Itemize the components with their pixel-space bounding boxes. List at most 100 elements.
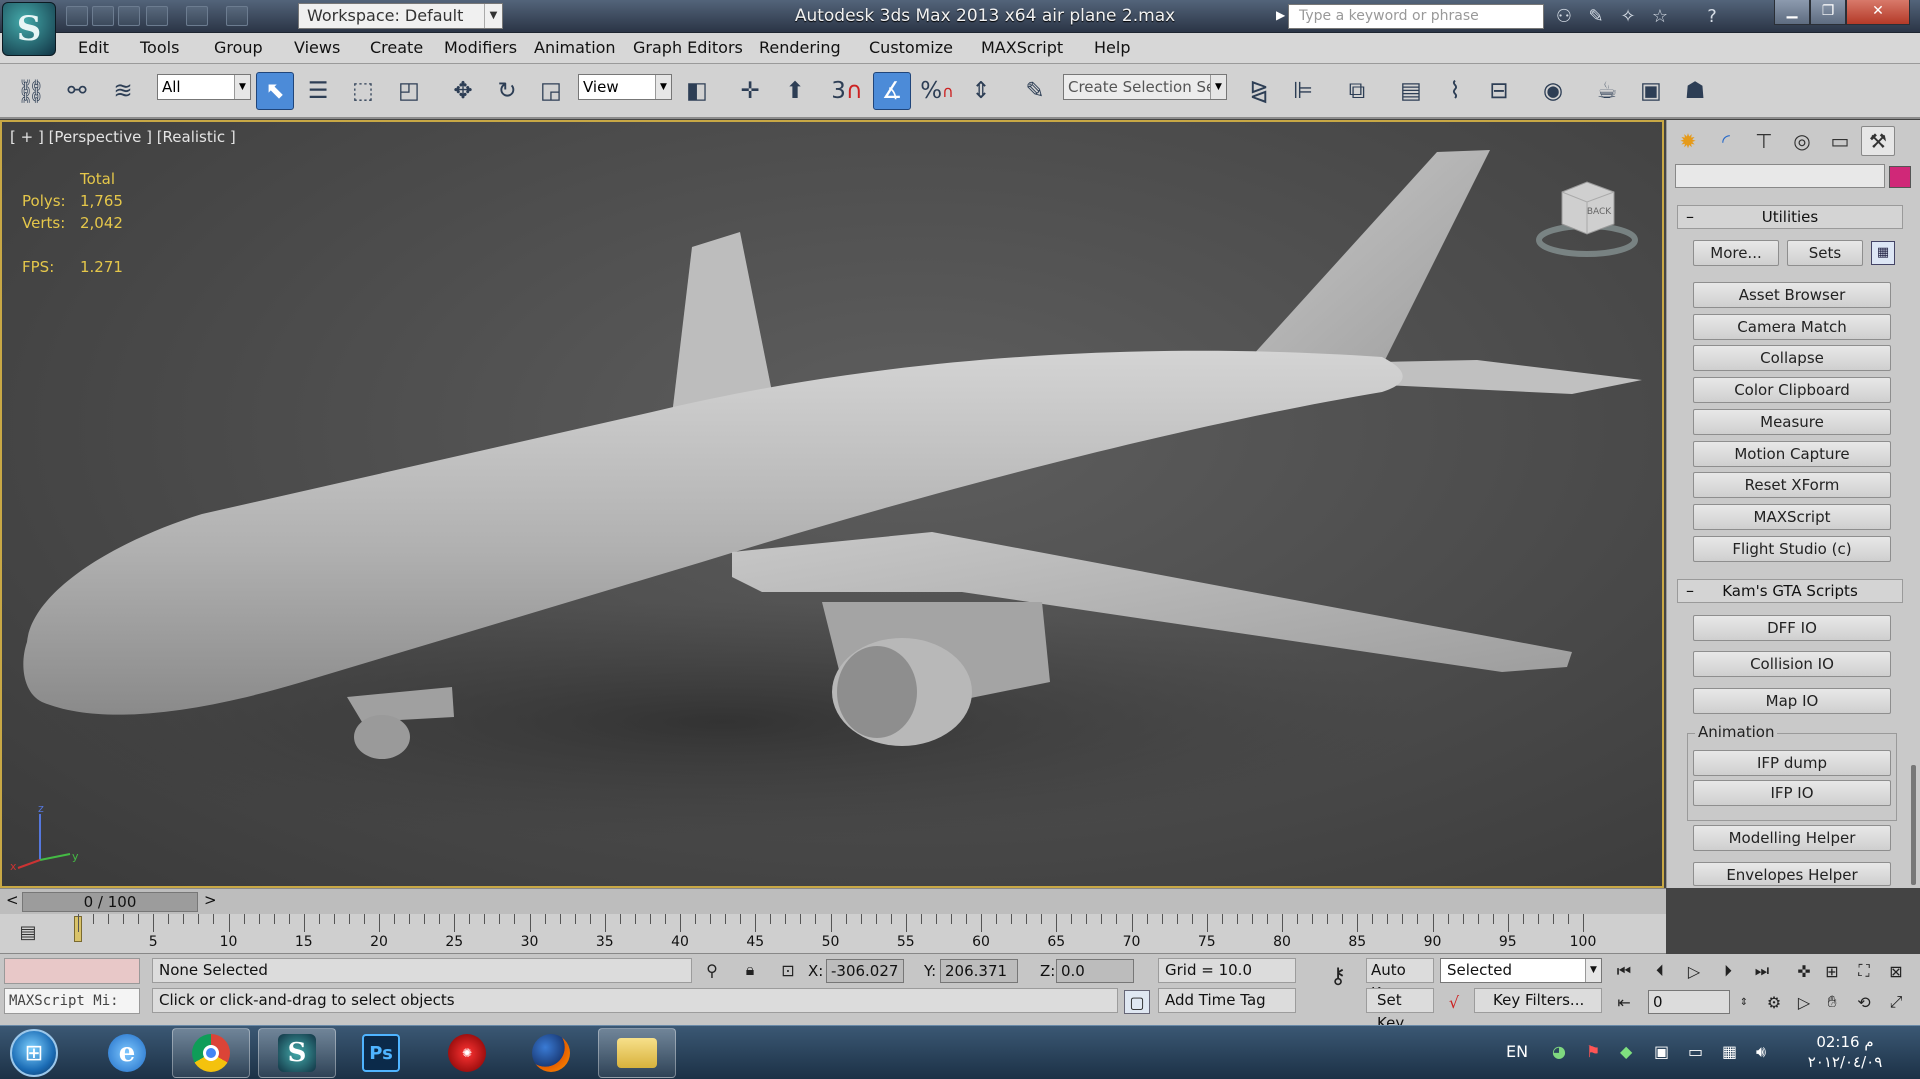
field-of-view-icon[interactable]: ▷ xyxy=(1792,990,1816,1014)
key-mode-icon[interactable]: ⚷ xyxy=(1318,964,1358,989)
motion-tab-icon[interactable]: ◎ xyxy=(1785,126,1819,156)
utility-reset-xform-button[interactable]: Reset XForm xyxy=(1693,472,1891,498)
utility-measure-button[interactable]: Measure xyxy=(1693,409,1891,435)
render-setup-icon[interactable]: ☕ xyxy=(1588,72,1626,110)
envelopes-helper-button[interactable]: Envelopes Helper xyxy=(1693,862,1891,886)
menu-rendering[interactable]: Rendering xyxy=(759,38,841,57)
open-file-icon[interactable] xyxy=(92,6,114,26)
save-file-icon[interactable] xyxy=(118,6,140,26)
maximize-button[interactable]: ❐ xyxy=(1810,0,1846,25)
viewcube-icon[interactable]: BACK xyxy=(1532,162,1642,272)
zoom-extents-icon[interactable]: ⛶ xyxy=(1852,959,1876,983)
hierarchy-tab-icon[interactable]: ⊤ xyxy=(1747,126,1781,156)
render-production-icon[interactable]: ☗ xyxy=(1676,72,1714,110)
select-manipulate-icon[interactable]: ✛ xyxy=(731,72,769,110)
language-indicator[interactable]: EN xyxy=(1506,1042,1528,1061)
time-slider-next-button[interactable]: > xyxy=(204,891,217,909)
graphite-ribbon-icon[interactable]: ▤ xyxy=(1392,72,1430,110)
gta-scripts-rollout-header[interactable]: – Kam's GTA Scripts xyxy=(1677,579,1903,603)
perspective-viewport[interactable]: [ + ] [Perspective ] [Realistic ] Total … xyxy=(0,120,1664,888)
schematic-view-icon[interactable]: ⊟ xyxy=(1480,72,1518,110)
align-icon[interactable]: ⊫ xyxy=(1284,72,1322,110)
ifp-io-button[interactable]: IFP IO xyxy=(1693,780,1891,806)
current-frame-field[interactable]: 0 xyxy=(1648,990,1730,1014)
monitor-icon[interactable]: ▭ xyxy=(1688,1042,1703,1061)
add-time-tag-button[interactable]: Add Time Tag xyxy=(1158,988,1296,1013)
sets-button[interactable]: Sets xyxy=(1787,240,1863,266)
track-bar[interactable]: ▤ 5 10 15 20 25 30 35 40 45 50 55 60 65 70 75 80 85 90 95 1… xyxy=(0,914,1666,954)
bind-space-warp-icon[interactable]: ≋ xyxy=(104,72,142,110)
configure-sets-icon[interactable]: ▦ xyxy=(1871,241,1895,265)
redo-icon[interactable] xyxy=(186,6,208,26)
binoculars-icon[interactable]: ⚇ xyxy=(1552,5,1576,29)
unlink-icon[interactable]: ⚯ xyxy=(58,72,96,110)
display-tab-icon[interactable]: ▭ xyxy=(1823,126,1857,156)
red-app-taskbar-button[interactable]: ✺ xyxy=(428,1028,506,1078)
x-coordinate-field[interactable]: -306.027 xyxy=(826,959,904,983)
photoshop-taskbar-button[interactable]: Ps xyxy=(342,1028,420,1078)
modelling-helper-button[interactable]: Modelling Helper xyxy=(1693,825,1891,851)
rendered-frame-window-icon[interactable]: ▣ xyxy=(1632,72,1670,110)
time-slider-thumb[interactable]: 0 / 100 xyxy=(22,892,198,912)
keyboard-shortcut-override-icon[interactable]: ⬆ xyxy=(776,72,814,110)
menu-edit[interactable]: Edit xyxy=(78,38,109,57)
zoom-extents-all-icon[interactable]: ⊠ xyxy=(1884,959,1908,983)
key-set-dropdown[interactable]: Selected ▼ xyxy=(1440,958,1602,983)
edit-named-selection-icon[interactable]: ✎ xyxy=(1016,72,1054,110)
object-name-field[interactable] xyxy=(1675,164,1885,188)
command-panel-scrollbar[interactable] xyxy=(1911,765,1916,885)
file-explorer-taskbar-button[interactable] xyxy=(598,1028,676,1078)
zoom-all-icon[interactable]: ⊞ xyxy=(1820,959,1844,983)
app-logo-icon[interactable]: S xyxy=(2,2,56,56)
time-configuration-icon[interactable]: ⚙ xyxy=(1762,990,1786,1014)
maxscript-mini-listener[interactable]: MAXScript Mi: xyxy=(4,988,140,1014)
utility-motion-capture-button[interactable]: Motion Capture xyxy=(1693,441,1891,467)
map-io-button[interactable]: Map IO xyxy=(1693,688,1891,714)
new-file-icon[interactable] xyxy=(66,6,88,26)
search-expand-icon[interactable]: ▶ xyxy=(1276,8,1285,22)
action-center-flag-icon[interactable]: ⚑ xyxy=(1586,1042,1600,1061)
menu-maxscript[interactable]: MAXScript xyxy=(981,38,1063,57)
firefox-taskbar-button[interactable] xyxy=(512,1028,590,1078)
default-tangent-icon[interactable]: √ xyxy=(1442,990,1466,1014)
select-by-name-icon[interactable]: ☰ xyxy=(299,72,337,110)
maximize-viewport-icon[interactable]: ⤢ xyxy=(1884,990,1908,1014)
dff-io-button[interactable]: DFF IO xyxy=(1693,615,1891,641)
utility-collapse-button[interactable]: Collapse xyxy=(1693,345,1891,371)
taskbar-clock[interactable]: 02:16 م ٢٠١٢/٠٤/٠٩ xyxy=(1795,1032,1895,1072)
collision-io-button[interactable]: Collision IO xyxy=(1693,651,1891,677)
help-icon[interactable]: ? xyxy=(1700,5,1724,29)
device-icon[interactable]: ▣ xyxy=(1654,1042,1669,1061)
named-selection-set-dropdown[interactable]: Create Selection Se ▼ xyxy=(1063,74,1227,100)
absolute-mode-transform-icon[interactable]: ⊡ xyxy=(776,958,800,982)
set-key-button[interactable]: Set Key xyxy=(1366,988,1434,1032)
reference-coordinate-dropdown[interactable]: View ▼ xyxy=(578,74,672,100)
time-tag-icon[interactable]: ▢ xyxy=(1124,990,1150,1014)
isolate-selection-icon[interactable]: ⚲ xyxy=(700,958,724,982)
minimize-button[interactable]: ▁ xyxy=(1774,0,1810,25)
mirror-icon[interactable]: ⧎ xyxy=(1240,72,1278,110)
selection-lock-icon[interactable]: 🔒︎ xyxy=(738,958,762,982)
utility-flight-studio-button[interactable]: Flight Studio (c) xyxy=(1693,536,1891,562)
scale-icon[interactable]: ◲ xyxy=(532,72,570,110)
selection-filter-dropdown[interactable]: All ▼ xyxy=(157,74,251,100)
time-slider-prev-button[interactable]: < xyxy=(6,891,19,909)
utility-asset-browser-button[interactable]: Asset Browser xyxy=(1693,282,1891,308)
volume-icon[interactable]: 🔊︎ xyxy=(1756,1042,1766,1062)
snaps-toggle-icon[interactable]: 3 ∩ xyxy=(828,72,866,110)
angle-snap-icon[interactable]: ∡ xyxy=(873,72,911,110)
utility-color-clipboard-button[interactable]: Color Clipboard xyxy=(1693,377,1891,403)
display-icon[interactable]: ▦ xyxy=(1722,1042,1737,1061)
start-button[interactable]: ⊞ xyxy=(10,1029,58,1077)
ifp-dump-button[interactable]: IFP dump xyxy=(1693,750,1891,776)
y-coordinate-field[interactable]: 206.371 xyxy=(940,959,1018,983)
play-icon[interactable]: ▷ xyxy=(1682,959,1706,983)
viewport-label[interactable]: [ + ] [Perspective ] [Realistic ] xyxy=(10,128,236,146)
pan-view-icon[interactable]: ✋︎ xyxy=(1820,990,1844,1014)
rotate-icon[interactable]: ↻ xyxy=(488,72,526,110)
go-to-start-icon[interactable]: ⏮ xyxy=(1612,959,1636,983)
menu-create[interactable]: Create xyxy=(370,38,423,57)
search-input[interactable]: Type a keyword or phrase xyxy=(1288,4,1544,29)
utilities-tab-icon[interactable]: ⚒ xyxy=(1861,126,1895,156)
window-crossing-icon[interactable]: ◰ xyxy=(390,72,428,110)
